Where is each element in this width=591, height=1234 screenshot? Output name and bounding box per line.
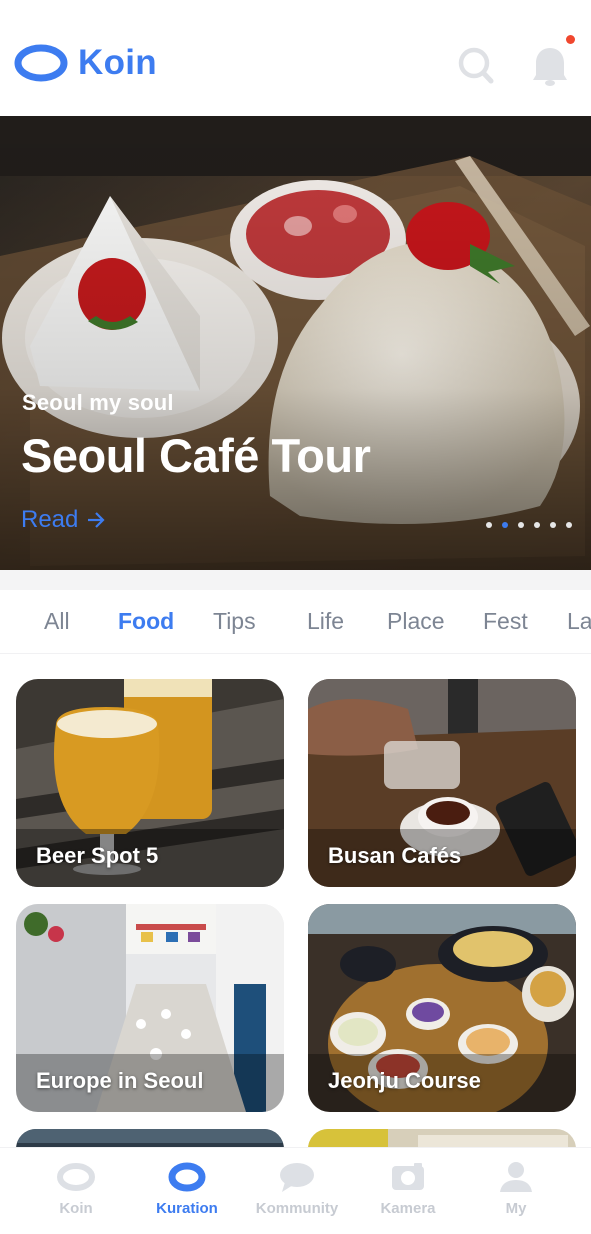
- card-title: Jeonju Course: [328, 1068, 481, 1093]
- hero-subtitle: Seoul my soul: [22, 390, 174, 415]
- card-title: Beer Spot 5: [36, 843, 159, 868]
- nav-my[interactable]: My: [461, 1160, 571, 1217]
- nav-label: Kamera: [380, 1200, 436, 1217]
- camera-icon: [388, 1160, 428, 1194]
- bottom-nav: Koin Kuration Kommunity Kamera My: [0, 1147, 591, 1234]
- chat-bubble-icon: [277, 1160, 317, 1194]
- search-icon: [458, 47, 494, 84]
- hero-image: [0, 116, 591, 570]
- kuration-icon: [167, 1160, 207, 1194]
- nav-label: My: [505, 1200, 527, 1217]
- tab-life[interactable]: Life: [307, 608, 344, 635]
- card-busan-cafes[interactable]: Busan Cafés: [308, 679, 576, 887]
- slide-dot[interactable]: [550, 522, 556, 528]
- notification-badge: [566, 35, 575, 44]
- card-title: Europe in Seoul: [36, 1068, 204, 1093]
- tab-place[interactable]: Place: [387, 608, 445, 635]
- nav-label: Koin: [59, 1200, 93, 1217]
- category-tabs: All Food Tips Life Place Fest La: [0, 590, 591, 654]
- slide-dot[interactable]: [566, 522, 572, 528]
- app-logo[interactable]: Koin: [14, 42, 157, 84]
- tab-partial[interactable]: La: [567, 608, 591, 635]
- slide-indicator: [486, 522, 572, 528]
- card-europe-in-seoul[interactable]: Europe in Seoul: [16, 904, 284, 1112]
- card-title: Busan Cafés: [328, 843, 462, 868]
- nav-kuration[interactable]: Kuration: [132, 1160, 242, 1217]
- section-divider: [0, 570, 591, 590]
- hero-title: Seoul Café Tour: [21, 429, 371, 482]
- nav-kommunity[interactable]: Kommunity: [242, 1160, 352, 1217]
- search-button[interactable]: [456, 44, 496, 88]
- tab-fest[interactable]: Fest: [483, 608, 528, 635]
- nav-kamera[interactable]: Kamera: [353, 1160, 463, 1217]
- koin-logo-icon: [56, 1160, 96, 1194]
- hero-banner[interactable]: Seoul my soul Seoul Café Tour Read: [0, 116, 591, 570]
- slide-dot[interactable]: [518, 522, 524, 528]
- arrow-right-icon: [88, 512, 105, 528]
- read-label: Read: [21, 506, 79, 533]
- tab-tips[interactable]: Tips: [213, 608, 256, 635]
- card-beer-spot[interactable]: Beer Spot 5: [16, 679, 284, 887]
- app-name: Koin: [78, 43, 157, 82]
- nav-label: Kuration: [156, 1200, 218, 1217]
- slide-dot[interactable]: [486, 522, 492, 528]
- nav-label: Kommunity: [255, 1200, 339, 1217]
- nav-koin[interactable]: Koin: [21, 1160, 131, 1217]
- profile-icon: [496, 1160, 536, 1194]
- tab-all[interactable]: All: [44, 608, 70, 635]
- slide-dot[interactable]: [534, 522, 540, 528]
- bell-icon: [533, 48, 567, 86]
- koin-logo-icon: [14, 44, 68, 82]
- card-jeonju-course[interactable]: Jeonju Course: [308, 904, 576, 1112]
- read-link[interactable]: Read: [21, 506, 106, 534]
- notifications-button[interactable]: [530, 44, 570, 88]
- slide-dot-active[interactable]: [502, 522, 508, 528]
- top-header: Koin: [0, 0, 591, 116]
- tab-food[interactable]: Food: [118, 608, 174, 635]
- app-screen: Koin Seoul my soul Seoul Café Tour Read …: [0, 0, 591, 1234]
